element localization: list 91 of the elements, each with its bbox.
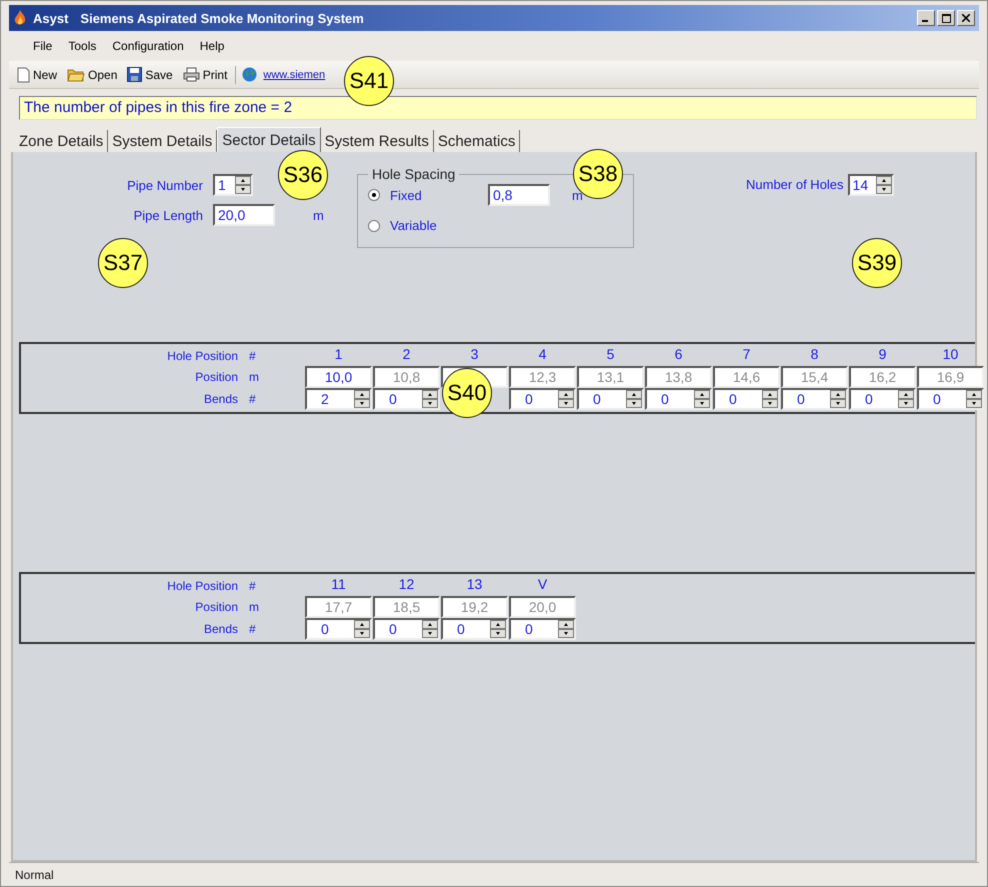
toolbar-button[interactable]: Open <box>65 67 120 82</box>
message-bar: The number of pipes in this fire zone = 2 <box>19 96 977 120</box>
spin-arrows-icon[interactable] <box>694 390 710 408</box>
bends-spin-field[interactable]: 0 <box>849 388 916 410</box>
radio-option[interactable]: Variable <box>368 218 488 233</box>
toolbar-button[interactable]: Save <box>125 67 175 82</box>
hole-number: 12 <box>398 576 416 594</box>
page-icon <box>17 66 30 82</box>
unit-label: m <box>571 188 584 202</box>
menu-item[interactable]: File <box>25 37 60 55</box>
globe-icon <box>242 67 258 82</box>
spin-arrows-icon[interactable] <box>354 390 370 408</box>
bends-spin-field[interactable]: 0 <box>509 388 576 410</box>
hole-number: 8 <box>810 346 820 364</box>
unit-label: # <box>248 392 257 406</box>
hole-number: 6 <box>674 346 684 364</box>
spin-arrows-icon[interactable] <box>354 620 370 638</box>
tab[interactable]: Sector Details <box>217 127 321 152</box>
radio-option[interactable]: Fixed <box>368 188 488 202</box>
pipe-number-spin-field[interactable]: 1 <box>213 174 253 196</box>
field-label: Pipe Length <box>132 208 204 222</box>
spacing-field[interactable]: 0,8 <box>488 184 550 206</box>
bends-spin-field[interactable]: 0 <box>645 388 712 410</box>
window-title: Siemens Aspirated Smoke Monitoring System <box>80 10 364 26</box>
group-title: Hole Spacing <box>371 166 456 182</box>
spin-arrows-icon[interactable] <box>558 390 574 408</box>
bends-spin-field[interactable]: 0 <box>781 388 848 410</box>
bends-spin-field[interactable]: 0 <box>373 388 440 410</box>
spin-arrows-icon[interactable] <box>558 620 574 638</box>
spin-arrows-icon[interactable] <box>830 390 846 408</box>
hole-number: 7 <box>742 346 752 364</box>
bends-spin-field[interactable]: 0 <box>373 618 440 640</box>
row-label: Hole Position <box>166 579 238 593</box>
hole-number: 3 <box>470 346 480 364</box>
minimize-button[interactable] <box>917 10 935 26</box>
spin-arrows-icon[interactable] <box>762 390 778 408</box>
hole-number: 5 <box>606 346 616 364</box>
hole-number: V <box>536 576 548 594</box>
spin-arrows-icon[interactable] <box>966 390 982 408</box>
bends-spin-field[interactable]: 0 <box>441 618 508 640</box>
unit-label: m <box>312 208 325 222</box>
field-label: Number of Holes <box>746 176 845 192</box>
close-icon <box>962 14 970 22</box>
menu-item[interactable]: Configuration <box>104 37 192 55</box>
unit-label: # <box>248 622 257 636</box>
hole-number: 9 <box>878 346 888 364</box>
hole-number: 1 <box>334 346 344 364</box>
unit-label: # <box>248 349 257 363</box>
hole-number: 4 <box>538 346 548 364</box>
bends-spin-field[interactable]: 0 <box>713 388 780 410</box>
spin-arrows-icon[interactable] <box>490 620 506 638</box>
maximize-icon <box>942 14 950 22</box>
hole-number: 10 <box>942 346 960 364</box>
hole-number: 13 <box>466 576 484 594</box>
row-label: Position <box>194 600 238 614</box>
row-label: Bends <box>202 622 238 636</box>
app-name: Asyst <box>33 10 68 26</box>
spin-arrows-icon[interactable] <box>422 620 438 638</box>
hole-number: 11 <box>330 576 347 594</box>
unit-label: m <box>248 600 260 614</box>
spin-arrows-icon[interactable] <box>626 390 642 408</box>
spin-arrows-icon[interactable] <box>235 176 251 194</box>
position-field[interactable]: 10,0 <box>305 366 372 388</box>
toolbar-button[interactable]: Print <box>180 67 230 82</box>
website-link[interactable]: www.siemen <box>263 68 326 80</box>
row-label: Hole Position <box>166 349 238 363</box>
maximize-button[interactable] <box>937 10 955 26</box>
bends-spin-field[interactable]: 0 <box>305 618 372 640</box>
bends-spin-field[interactable]: 2 <box>305 388 372 410</box>
toolbar-button[interactable]: New <box>15 66 60 82</box>
unit-label: # <box>248 579 257 593</box>
hole-number: 2 <box>402 346 412 364</box>
row-label: Position <box>194 370 238 384</box>
bends-spin-field[interactable]: 0 <box>509 618 576 640</box>
menu-item[interactable]: Help <box>192 37 232 55</box>
bends-spin-field[interactable]: 0 <box>917 388 984 410</box>
spin-arrows-icon[interactable] <box>422 390 438 408</box>
spin-arrows-icon[interactable] <box>876 176 892 194</box>
pipe-length-field[interactable]: 20,0 <box>213 204 275 226</box>
unit-label: m <box>248 370 260 384</box>
field-label: Pipe Number <box>126 178 204 192</box>
bends-spin-field[interactable]: 0 <box>577 388 644 410</box>
printer-icon <box>182 67 200 82</box>
spin-arrows-icon[interactable] <box>898 390 914 408</box>
number-of-holes-spin-field[interactable]: 14 <box>848 174 894 196</box>
folder-icon <box>67 67 86 82</box>
row-label: Bends <box>202 392 238 406</box>
flame-icon <box>13 10 27 26</box>
menu-item[interactable]: Tools <box>60 37 104 55</box>
status-text: Normal <box>15 868 54 882</box>
close-button[interactable] <box>957 10 975 26</box>
